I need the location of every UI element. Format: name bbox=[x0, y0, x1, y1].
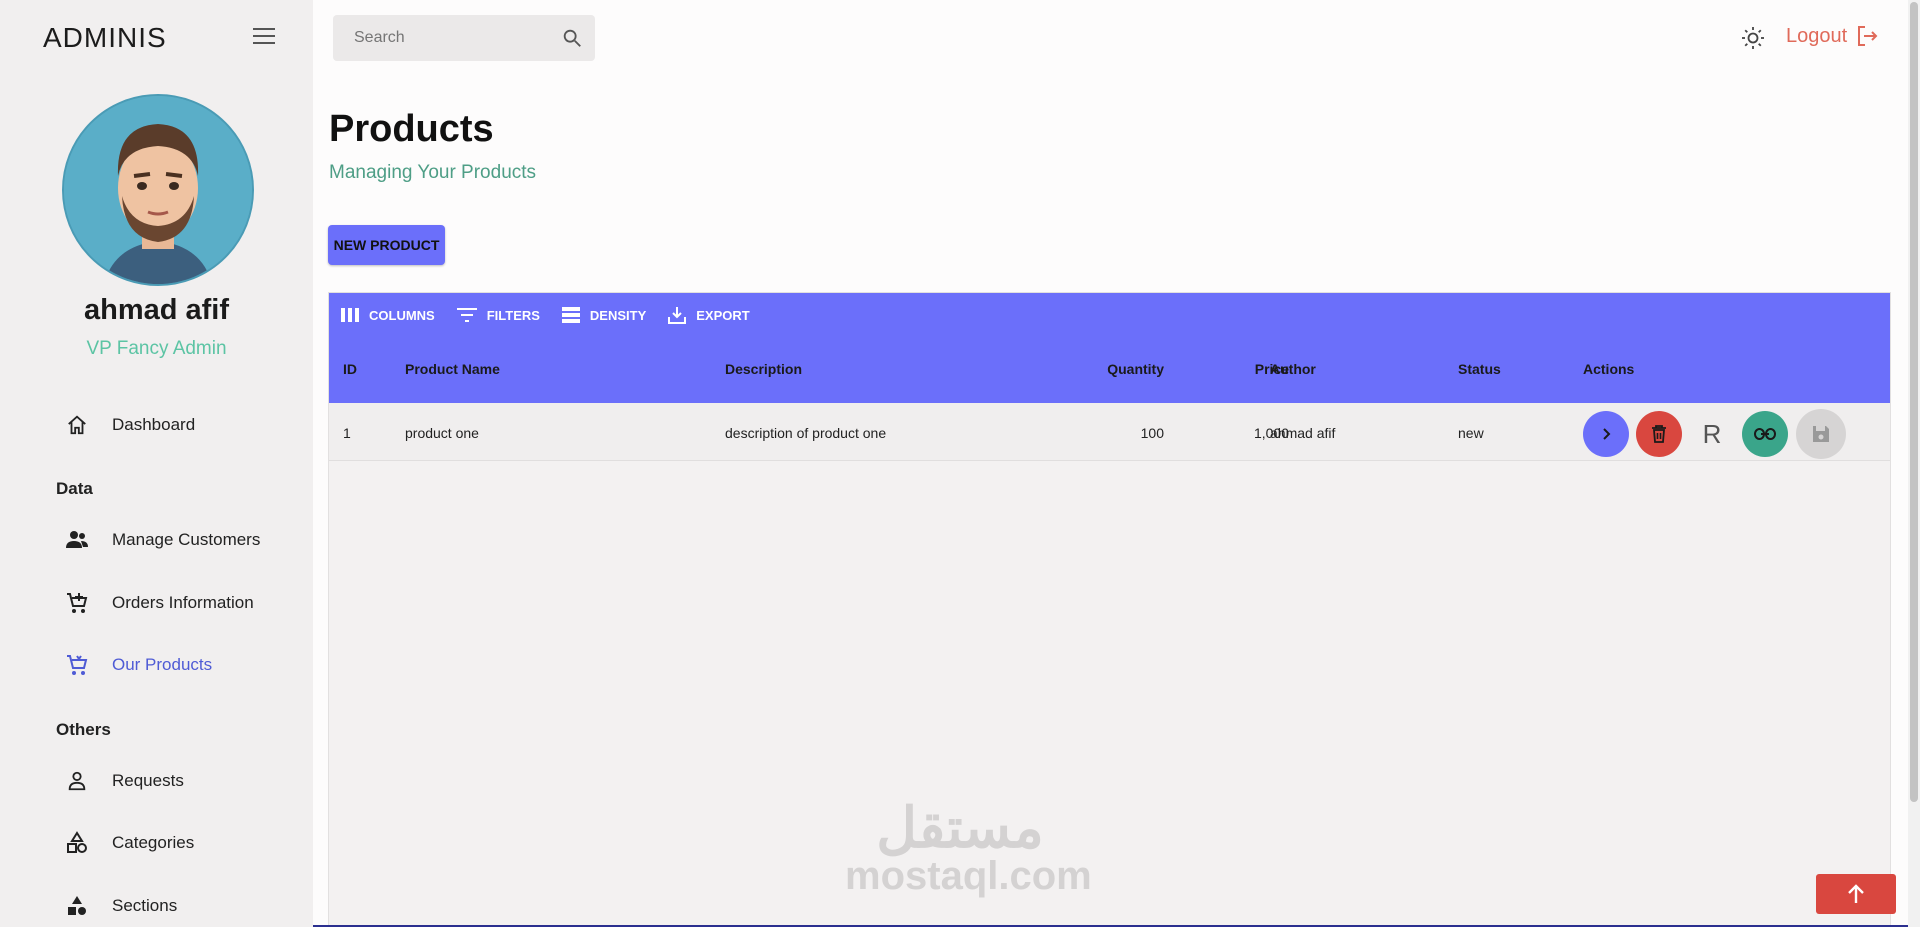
density-icon bbox=[561, 307, 580, 323]
new-product-button[interactable]: NEW PRODUCT bbox=[328, 225, 445, 265]
arrow-up-icon bbox=[1848, 884, 1864, 903]
link-button[interactable] bbox=[1742, 411, 1788, 457]
sidebar-item-label: Orders Information bbox=[112, 593, 254, 612]
cell-name: product one bbox=[405, 425, 479, 441]
column-header-id[interactable]: ID bbox=[343, 361, 357, 377]
sidebar-item-customers[interactable]: Manage Customers bbox=[64, 520, 260, 560]
sidebar: ADMINIS ahmad afif VP Fancy Admin Dashbo… bbox=[0, 0, 313, 927]
cell-id: 1 bbox=[343, 425, 351, 441]
light-mode-icon[interactable] bbox=[1741, 26, 1765, 55]
logout-icon bbox=[1858, 26, 1878, 46]
user-name: ahmad afif bbox=[83, 294, 230, 326]
cell-author: ahmad afif bbox=[1270, 425, 1336, 441]
sidebar-item-label: Requests bbox=[112, 771, 184, 790]
sidebar-item-requests[interactable]: Requests bbox=[64, 761, 184, 801]
export-button[interactable]: EXPORT bbox=[668, 306, 750, 324]
sidebar-item-orders[interactable]: Orders Information bbox=[64, 583, 254, 623]
search-box bbox=[333, 15, 595, 61]
shapes-icon bbox=[64, 893, 90, 919]
filter-icon bbox=[456, 308, 477, 322]
filters-label: FILTERS bbox=[486, 307, 540, 323]
density-label: DENSITY bbox=[589, 307, 647, 323]
category-icon bbox=[64, 830, 90, 856]
search-icon[interactable] bbox=[561, 27, 583, 54]
search-input[interactable] bbox=[352, 28, 556, 48]
view-button[interactable] bbox=[1583, 411, 1629, 457]
page-subtitle: Managing Your Products bbox=[329, 162, 537, 183]
sidebar-item-sections[interactable]: Sections bbox=[64, 886, 177, 926]
page-title: Products bbox=[329, 108, 494, 150]
column-header-actions: Actions bbox=[1583, 361, 1635, 377]
sidebar-item-label: Manage Customers bbox=[112, 530, 261, 549]
r-action-button[interactable]: R bbox=[1689, 411, 1735, 457]
density-button[interactable]: DENSITY bbox=[561, 306, 647, 324]
delete-button[interactable] bbox=[1636, 411, 1682, 457]
columns-icon bbox=[341, 308, 359, 322]
menu-toggle-icon[interactable] bbox=[253, 28, 275, 46]
logout-button[interactable]: Logout bbox=[1786, 24, 1879, 48]
cell-status: new bbox=[1458, 425, 1484, 441]
sidebar-item-products[interactable]: Our Products bbox=[64, 645, 212, 685]
scrollbar-thumb[interactable] bbox=[1910, 2, 1918, 802]
sidebar-item-label: Sections bbox=[112, 896, 178, 915]
watermark: مستقل mostaql.com bbox=[845, 796, 1092, 898]
scroll-to-top-button[interactable] bbox=[1816, 874, 1896, 914]
brand-logo: ADMINIS bbox=[43, 22, 167, 53]
column-header-quantity[interactable]: Quantity bbox=[1064, 361, 1164, 377]
section-title-data: Data bbox=[56, 479, 93, 498]
columns-button[interactable]: COLUMNS bbox=[341, 307, 435, 323]
cart-add-icon bbox=[64, 590, 90, 616]
user-role: VP Fancy Admin bbox=[86, 338, 227, 359]
cell-description: description of product one bbox=[725, 425, 887, 441]
logout-label: Logout bbox=[1786, 24, 1848, 47]
sidebar-item-label: Dashboard bbox=[112, 415, 196, 434]
person-icon bbox=[64, 768, 90, 794]
chevron-right-icon bbox=[1603, 428, 1611, 440]
section-title-others: Others bbox=[56, 720, 111, 739]
download-icon bbox=[668, 307, 687, 324]
home-icon bbox=[64, 412, 90, 438]
watermark-latin: mostaql.com bbox=[845, 854, 1092, 898]
watermark-arabic: مستقل bbox=[876, 796, 1044, 859]
table-row[interactable]: 1 product one description of product one… bbox=[329, 403, 1890, 461]
trash-icon bbox=[1652, 425, 1666, 443]
link-icon bbox=[1754, 428, 1776, 440]
export-label: EXPORT bbox=[696, 307, 750, 323]
table-header: ID Product Name Description Quantity Pri… bbox=[329, 337, 1890, 403]
column-header-status[interactable]: Status bbox=[1458, 361, 1501, 377]
cart-icon bbox=[64, 652, 90, 678]
grid-toolbar: COLUMNS FILTERS DENSITY EXPORT bbox=[329, 293, 1890, 337]
sidebar-item-dashboard[interactable]: Dashboard bbox=[64, 405, 195, 445]
scrollbar[interactable] bbox=[1908, 0, 1920, 927]
filters-button[interactable]: FILTERS bbox=[456, 307, 540, 323]
people-icon bbox=[64, 527, 90, 553]
column-header-name[interactable]: Product Name bbox=[405, 361, 500, 377]
sidebar-item-categories[interactable]: Categories bbox=[64, 823, 194, 863]
save-button[interactable] bbox=[1796, 409, 1846, 459]
cell-quantity: 100 bbox=[1140, 425, 1164, 441]
avatar bbox=[62, 94, 254, 286]
save-icon bbox=[1813, 426, 1829, 442]
columns-label: COLUMNS bbox=[369, 307, 435, 323]
products-grid: COLUMNS FILTERS DENSITY EXPORT ID Produc… bbox=[328, 292, 1891, 927]
column-header-description[interactable]: Description bbox=[725, 361, 802, 377]
sidebar-item-label: Categories bbox=[112, 833, 195, 852]
column-header-author[interactable]: Author bbox=[1270, 361, 1316, 377]
sidebar-item-label: Our Products bbox=[112, 655, 213, 674]
